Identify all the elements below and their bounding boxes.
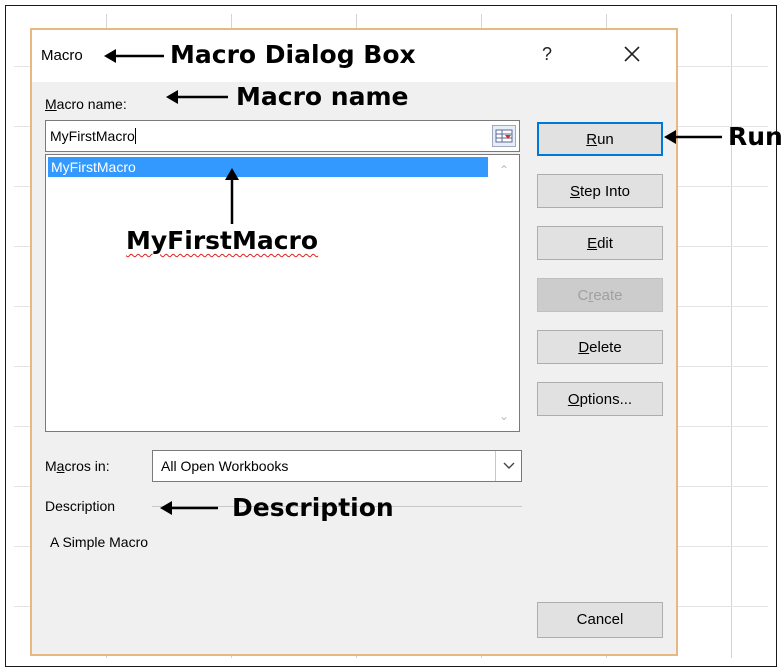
annotation-macro-name: Macro name — [236, 82, 409, 111]
annotation-run: Run — [728, 122, 783, 151]
annotation-description: Description — [232, 493, 394, 522]
arrowhead-run — [664, 130, 676, 144]
annotation-my-first-macro: MyFirstMacro — [126, 226, 319, 255]
arrowhead-dialog-title — [104, 49, 116, 63]
arrowhead-list-item — [225, 168, 239, 180]
arrowhead-macro-name — [166, 90, 178, 104]
arrowhead-description — [160, 501, 172, 515]
annotation-dialog-box: Macro Dialog Box — [170, 40, 416, 69]
